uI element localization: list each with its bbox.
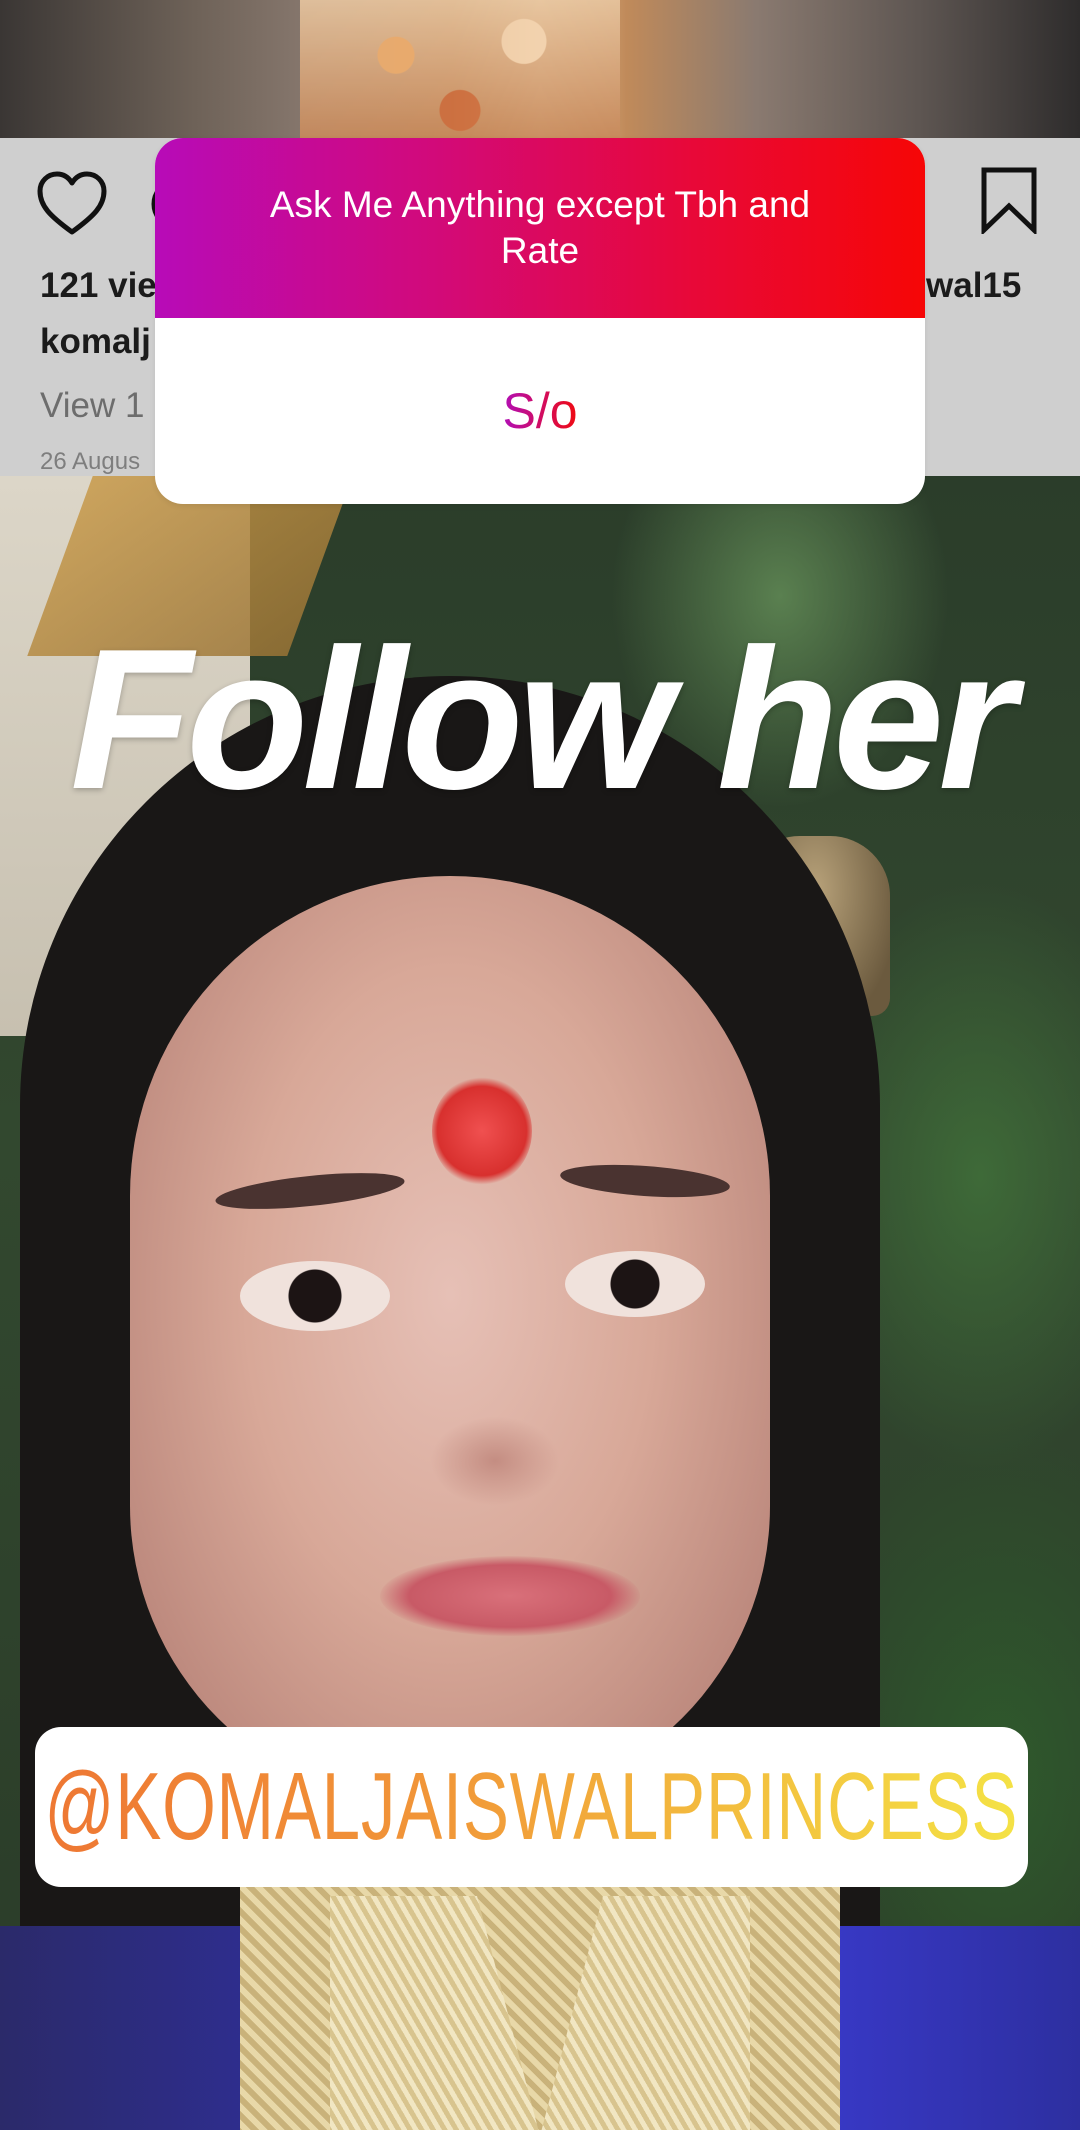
photo-left-eye (240, 1261, 390, 1331)
question-prompt-text: Ask Me Anything except Tbh and Rate (269, 184, 811, 271)
bookmark-icon[interactable] (978, 166, 1040, 234)
question-sticker[interactable]: Ask Me Anything except Tbh and Rate S/o (155, 138, 925, 504)
question-answer-area[interactable]: S/o (155, 318, 925, 504)
post-caption-username[interactable]: komalj (40, 322, 151, 362)
photo-pattern (300, 0, 620, 138)
question-prompt-header: Ask Me Anything except Tbh and Rate (155, 138, 925, 318)
photo-nose (430, 1416, 560, 1506)
photo-face (130, 876, 770, 1806)
photo-right-eye (565, 1251, 705, 1317)
view-comments-link[interactable]: View 1 (40, 386, 144, 426)
mention-text: @KOMALJAISWALPRINCESS (44, 1753, 1019, 1860)
heart-outline-icon[interactable] (36, 170, 108, 236)
post-username-partial[interactable]: wal15 (926, 266, 1021, 306)
mention-sticker[interactable]: @KOMALJAISWALPRINCESS (35, 1727, 1028, 1887)
question-answer-text: S/o (502, 383, 578, 439)
post-date: 26 Augus (40, 448, 141, 475)
story-headline-text: Follow her (70, 608, 1016, 831)
photo-tilak (432, 1076, 532, 1186)
photo-lips (380, 1556, 640, 1636)
post-view-count[interactable]: 121 vie (40, 266, 157, 306)
post-photo-top (0, 0, 1080, 138)
